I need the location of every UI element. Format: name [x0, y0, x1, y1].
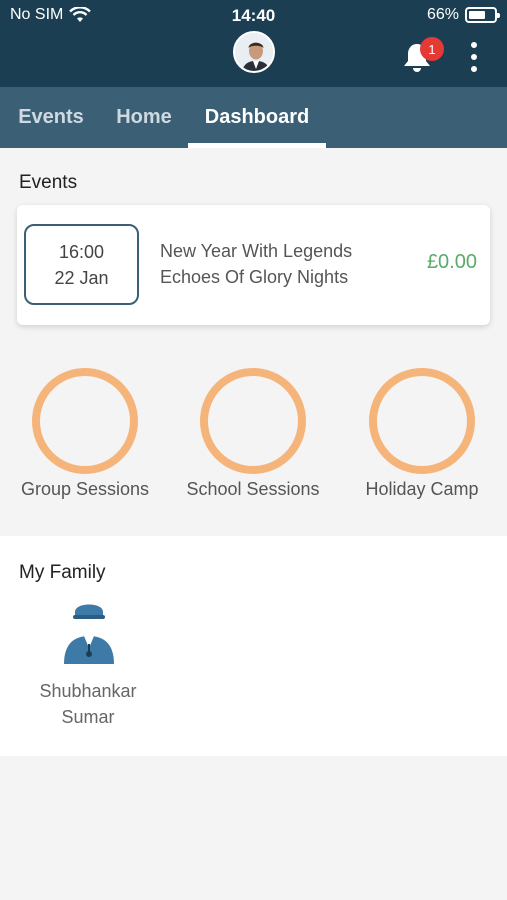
- tab-events[interactable]: Events: [14, 87, 88, 148]
- event-name-line: New Year With Legends: [160, 241, 353, 261]
- menu-dot: [471, 66, 477, 72]
- school-sessions-label: School Sessions: [186, 479, 320, 499]
- group-sessions-ring: [32, 368, 138, 474]
- event-time: 16:00: [58, 241, 105, 262]
- menu-dot: [471, 42, 477, 48]
- event-card[interactable]: 16:00 22 Jan New Year With Legends Echoe…: [17, 205, 490, 325]
- event-date: 22 Jan: [54, 267, 109, 288]
- event-price: £0.00: [426, 251, 477, 273]
- school-sessions-button[interactable]: School Sessions: [173, 355, 333, 505]
- family-section-title: My Family: [19, 562, 106, 583]
- events-section-title: Events: [19, 172, 78, 193]
- profile-photo-icon: [235, 33, 273, 71]
- battery-group: 66%: [426, 6, 500, 24]
- battery-tip: [497, 13, 500, 18]
- battery-percent: 66%: [426, 6, 459, 23]
- event-names: New Year With Legends Echoes Of Glory Ni…: [160, 238, 352, 290]
- battery-fill: [469, 11, 485, 19]
- group-sessions-button[interactable]: Group Sessions: [5, 355, 165, 505]
- tab-dashboard[interactable]: Dashboard: [188, 87, 326, 148]
- holiday-camp-ring: [369, 368, 475, 474]
- member-avatar-icon: [64, 604, 114, 664]
- tab-bar: Events Home Dashboard: [0, 87, 507, 148]
- app-header: No SIM 14:40 66% 1: [0, 0, 507, 87]
- event-date-box: 16:00 22 Jan: [24, 224, 139, 305]
- member-name: Shubhankar Sumar: [28, 678, 148, 730]
- member-last-name: Sumar: [61, 707, 115, 727]
- active-tab-indicator: [188, 143, 326, 148]
- menu-dot: [471, 54, 477, 60]
- event-name-line: Echoes Of Glory Nights: [160, 267, 349, 287]
- group-sessions-label: Group Sessions: [20, 479, 150, 499]
- profile-avatar[interactable]: [233, 31, 275, 73]
- holiday-camp-label: Holiday Camp: [365, 479, 479, 499]
- school-sessions-ring: [200, 368, 306, 474]
- more-menu-icon[interactable]: [466, 42, 482, 72]
- member-first-name: Shubhankar: [39, 681, 137, 701]
- status-bar: No SIM 14:40 66%: [0, 0, 507, 30]
- battery-icon: [465, 7, 500, 23]
- notification-badge: 1: [420, 37, 444, 61]
- tab-home[interactable]: Home: [110, 87, 178, 148]
- holiday-camp-button[interactable]: Holiday Camp: [342, 355, 502, 505]
- family-section: My Family Shubhankar Sumar: [0, 536, 507, 756]
- session-shortcuts: Group Sessions School Sessions Holiday C…: [0, 355, 507, 505]
